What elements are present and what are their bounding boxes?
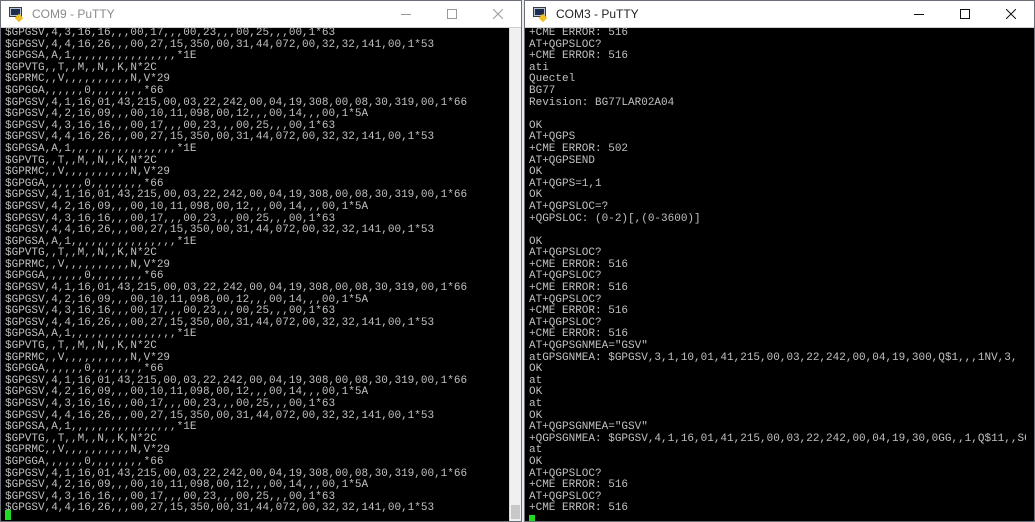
putty-icon[interactable] <box>532 6 548 23</box>
title-bar[interactable]: COM3 - PuTTY <box>525 1 1034 28</box>
putty-window-com3[interactable]: COM3 - PuTTY +CME ERROR: 516 AT+QGPSLOC? +… <box>524 0 1035 522</box>
terminal-line: $GPGSA,A,1,,,,,,,,,,,,,,,,*1E <box>5 142 197 155</box>
terminal-line: $GPGGA,,,,,,0,,,,,,,,*66 <box>5 84 164 97</box>
terminal-line: OK <box>529 386 543 399</box>
close-icon <box>493 9 503 19</box>
terminal-line: AT+QGPS=1,1 <box>529 177 602 190</box>
terminal-line: +CME ERROR: 502 <box>529 142 629 155</box>
close-button[interactable] <box>988 1 1034 27</box>
maximize-icon <box>447 9 457 19</box>
terminal-cursor <box>5 510 11 520</box>
minimize-button[interactable] <box>383 1 429 27</box>
terminal-output[interactable]: +CME ERROR: 516 AT+QGPSLOC? +CME ERROR: 51… <box>529 28 1026 521</box>
terminal-line: ati <box>529 61 549 74</box>
minimize-button[interactable] <box>896 1 942 27</box>
terminal-line: Revision: BG77LAR02A04 <box>529 96 675 109</box>
terminal-line: +QGPSLOC: (0-2)[,(0-3600)] <box>529 212 701 225</box>
terminal-line: AT+QGPSGNMEA="GSV" <box>529 340 648 353</box>
terminal-line: OK <box>529 166 543 179</box>
terminal-line: $GPGSV,4,2,16,09,,,00,10,11,098,00,12,,,… <box>5 479 369 492</box>
terminal-line: +CME ERROR: 516 <box>529 28 629 39</box>
terminal-line: $GPGSV,4,1,16,01,43,215,00,03,22,242,00,… <box>5 282 468 295</box>
terminal-line: +CME ERROR: 516 <box>529 282 629 295</box>
terminal-line: +CME ERROR: 516 <box>529 258 629 271</box>
terminal-line: at <box>529 398 543 410</box>
terminal-line: +CME ERROR: 516 <box>529 50 629 63</box>
terminal-line: atGPSGNMEA: $GPGSV,3,1,10,01,41,215,00,0… <box>529 351 1018 364</box>
terminal-cursor <box>529 514 535 521</box>
terminal-line: +CME ERROR: 516 <box>529 305 629 318</box>
scrollbar-thumb[interactable] <box>511 505 520 519</box>
terminal-line: $GPGGA,,,,,,0,,,,,,,,*66 <box>5 455 164 468</box>
terminal-line: at <box>529 374 543 387</box>
maximize-icon <box>960 9 970 19</box>
cursor-line <box>529 514 1026 521</box>
terminal-line: OK <box>529 363 543 376</box>
window-title: COM3 - PuTTY <box>556 7 639 21</box>
terminal-line: OK <box>529 235 543 248</box>
terminal-line: OK <box>529 119 543 132</box>
terminal-line: $GPVTG,,T,,M,,N,,K,N*2C <box>5 340 157 353</box>
close-icon <box>1006 9 1016 19</box>
terminal-line: $GPGSV,4,3,16,16,,,00,17,,,00,23,,,00,25… <box>5 398 336 410</box>
terminal-line: BG77 <box>529 84 556 97</box>
terminal-line: $GPGSV,4,4,16,26,,,00,27,15,350,00,31,44… <box>5 224 435 237</box>
close-button[interactable] <box>475 1 521 27</box>
terminal-line: $GPRMC,,V,,,,,,,,,,N,V*29 <box>5 166 171 179</box>
vertical-scrollbar[interactable] <box>509 28 521 521</box>
putty-icon[interactable] <box>8 6 24 23</box>
maximize-button[interactable] <box>942 1 988 27</box>
maximize-button[interactable] <box>429 1 475 27</box>
terminal-line: +CME ERROR: 516 <box>529 502 629 515</box>
terminal-line: $GPGSV,4,3,16,16,,,00,17,,,00,23,,,00,25… <box>5 28 336 39</box>
terminal-line: Quectel <box>529 73 576 86</box>
terminal-line: $GPGSV,4,4,16,26,,,00,27,15,350,00,31,44… <box>5 502 435 515</box>
terminal-line: at <box>529 444 543 457</box>
terminal-line: OK <box>529 455 543 468</box>
minimize-icon <box>401 14 411 15</box>
putty-window-com9[interactable]: COM9 - PuTTY $GPGSV,4,3,16,16,,,00,17,,,… <box>0 0 522 522</box>
window-title: COM9 - PuTTY <box>32 7 115 21</box>
terminal-line: +CME ERROR: 516 <box>529 479 629 492</box>
terminal-line: $GPGSV,4,2,16,09,,,00,10,11,098,00,12,,,… <box>5 200 369 213</box>
terminal-line: AT+QGPSLOC=? <box>529 200 609 213</box>
terminal-line: $GPGSV,4,2,16,09,,,00,10,11,098,00,12,,,… <box>5 108 369 121</box>
terminal-output[interactable]: $GPGSV,4,3,16,16,,,00,17,,,00,23,,,00,25… <box>5 28 509 521</box>
minimize-icon <box>914 14 924 15</box>
title-bar[interactable]: COM9 - PuTTY <box>1 1 521 28</box>
terminal-line: +QGPSGNMEA: $GPGSV,4,1,16,01,41,215,00,0… <box>529 432 1026 445</box>
terminal-line: AT+QGPSEND <box>529 154 596 167</box>
